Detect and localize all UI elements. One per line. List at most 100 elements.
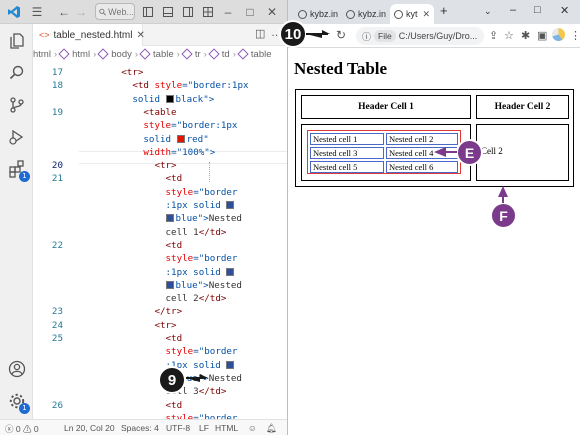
search-icon[interactable]	[6, 62, 28, 84]
code-line[interactable]: <td	[77, 173, 183, 184]
code-line[interactable]: <tr>	[77, 160, 176, 171]
address-bar[interactable]: ⓘ File C:/Users/Guy/Dro...	[356, 27, 484, 45]
code-line[interactable]: </tr>	[77, 306, 182, 317]
code-line[interactable]: cell 2</td>	[77, 293, 227, 304]
code-editor[interactable]: 17 <tr> 18 <td style="border:1px solid bl…	[33, 62, 287, 419]
warning-icon: ⚠	[23, 424, 32, 434]
new-tab-icon[interactable]: +	[440, 3, 448, 18]
source-control-icon[interactable]	[6, 94, 28, 116]
share-icon[interactable]: ⇪	[489, 29, 498, 42]
bookmark-star-icon[interactable]: ☆	[504, 29, 514, 42]
problems-indicator[interactable]: ⓧ 0 ⚠ 0	[5, 423, 39, 435]
code-line[interactable]: <td	[77, 400, 183, 411]
menu-icon[interactable]: ☰	[30, 3, 44, 21]
customize-layout-icon[interactable]	[202, 3, 214, 21]
color-swatch[interactable]	[226, 360, 235, 369]
color-swatch[interactable]	[176, 134, 185, 143]
toggle-secondary-sidebar-icon[interactable]	[182, 3, 194, 21]
command-search-box[interactable]: Web...	[95, 3, 135, 20]
end-of-line[interactable]: LF	[199, 423, 209, 433]
vscode-window: ☰ ← → Web... – □ ✕ 1 1 <> table_nested.h…	[0, 0, 287, 435]
code-line[interactable]: cell 1</td>	[77, 227, 227, 238]
color-swatch[interactable]	[165, 280, 174, 289]
reload-icon[interactable]: ↻	[336, 28, 346, 42]
code-line[interactable]: :1px solid	[77, 200, 236, 211]
indentation[interactable]: Spaces: 4	[121, 423, 159, 433]
code-line[interactable]: :1px solid	[77, 267, 236, 278]
breadcrumb-item[interactable]: tr	[181, 48, 201, 60]
code-line[interactable]: width="100%">	[77, 147, 215, 158]
html-file-icon: <>	[39, 30, 50, 40]
extensions-icon[interactable]: 1	[6, 158, 30, 182]
encoding[interactable]: UTF-8	[166, 423, 190, 433]
color-swatch[interactable]	[165, 94, 174, 103]
command-search-text: Web...	[108, 6, 134, 17]
notifications-bell-icon[interactable]: 🔔︎	[266, 423, 277, 434]
code-line[interactable]: style="border	[77, 253, 238, 264]
color-swatch[interactable]	[165, 214, 174, 223]
code-line[interactable]: blue">Nested	[77, 213, 242, 224]
tab-table-nested-html[interactable]: <> table_nested.html ✕	[33, 24, 145, 46]
code-line[interactable]: <tr>	[77, 320, 176, 331]
code-line[interactable]: <td style="border:1px	[77, 80, 248, 91]
toggle-sidebar-icon[interactable]	[142, 3, 154, 21]
code-line[interactable]: blue">Nested	[77, 280, 242, 291]
code-line[interactable]: solid red"	[77, 134, 208, 145]
breadcrumb-item[interactable]: html	[33, 49, 51, 60]
breadcrumb-item[interactable]: body	[97, 48, 132, 60]
browser-tab-1[interactable]: kybz.in	[294, 4, 340, 24]
close-icon[interactable]: ✕	[266, 3, 278, 21]
code-line[interactable]: <td	[77, 240, 183, 251]
line-number: 18	[51, 80, 63, 92]
tab-search-chevron-icon[interactable]: ⌄	[484, 6, 492, 17]
browser-menu-icon[interactable]: ⋮	[570, 29, 580, 42]
maximize-icon[interactable]: □	[244, 3, 256, 21]
code-line[interactable]: style="border	[77, 186, 238, 198]
color-swatch[interactable]	[226, 267, 235, 276]
code-token: ="border:1px	[171, 120, 238, 132]
close-tab-icon[interactable]: ✕	[423, 9, 431, 20]
close-tab-icon[interactable]: ✕	[136, 30, 144, 41]
code-line[interactable]: style="border:1px	[77, 120, 237, 131]
minimize-icon[interactable]: –	[222, 3, 234, 21]
code-token: ="border	[193, 186, 238, 198]
close-icon[interactable]: ✕	[560, 4, 569, 17]
vscode-logo-icon[interactable]	[6, 3, 22, 21]
forward-arrow-icon[interactable]: →	[75, 3, 87, 21]
breadcrumb-item[interactable]: html	[58, 48, 90, 60]
minimize-icon[interactable]: –	[510, 4, 516, 16]
profile-avatar[interactable]	[552, 28, 565, 44]
color-swatch[interactable]	[226, 201, 235, 209]
breadcrumb-item[interactable]: table	[139, 48, 174, 60]
breadcrumb-item[interactable]: table	[237, 48, 272, 60]
browser-tab-2[interactable]: kybz.in	[342, 4, 388, 24]
split-editor-icon[interactable]: ◫	[255, 27, 265, 43]
code-line[interactable]: solid black">	[77, 94, 214, 105]
code-line[interactable]: style="border	[77, 346, 238, 357]
back-arrow-icon[interactable]: ←	[58, 3, 70, 21]
code-line[interactable]: cell 3</td>	[77, 386, 227, 397]
manage-gear-icon[interactable]: 1	[6, 390, 30, 414]
code-line[interactable]: <table	[77, 107, 176, 118]
language-mode[interactable]: HTML	[215, 423, 238, 433]
accounts-icon[interactable]	[6, 358, 28, 380]
maximize-icon[interactable]: □	[534, 4, 541, 16]
toggle-panel-icon[interactable]	[162, 3, 174, 21]
cursor-position[interactable]: Ln 20, Col 20	[64, 423, 115, 433]
breadcrumb-item[interactable]: td	[208, 48, 230, 60]
code-line[interactable]: <td	[77, 333, 183, 344]
explorer-icon[interactable]	[6, 30, 28, 52]
extensions-puzzle-icon[interactable]: ✱	[521, 29, 530, 42]
browser-tab-3[interactable]: kyt ✕	[390, 4, 434, 24]
code-line[interactable]: <tr>	[77, 67, 143, 78]
code-line[interactable]: :1px solid	[77, 360, 236, 371]
feedback-icon[interactable]: ☺	[248, 423, 257, 433]
run-debug-icon[interactable]	[6, 126, 28, 148]
side-panel-icon[interactable]: ▣	[537, 29, 547, 42]
